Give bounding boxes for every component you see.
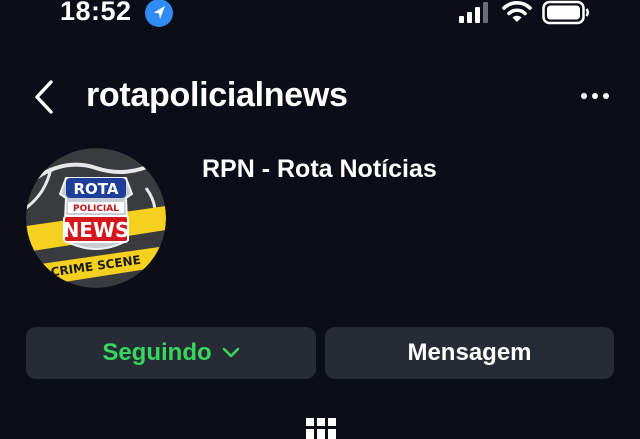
status-time: 18:52 [60, 0, 132, 26]
message-button[interactable]: Mensagem [325, 327, 614, 379]
logo-line3: NEWS [63, 218, 130, 242]
wifi-icon [502, 1, 532, 22]
following-label: Seguindo [102, 339, 212, 366]
back-chevron-icon[interactable] [30, 78, 60, 116]
chevron-down-icon [222, 347, 239, 358]
location-arrow-icon [145, 0, 173, 27]
rota-policial-news-logo: CRIME SCENE ROTA POLICIAL NEWS [26, 148, 166, 288]
logo-line2: POLICIAL [73, 204, 119, 214]
display-name: RPN - Rota Notícias [202, 155, 437, 183]
more-options-icon[interactable] [578, 86, 612, 106]
profile-username: rotapolicialnews [86, 76, 348, 114]
cellular-signal-icon [459, 2, 488, 23]
battery-icon [542, 0, 589, 25]
following-button[interactable]: Seguindo [26, 327, 316, 379]
logo-line1: ROTA [74, 180, 119, 198]
message-label: Mensagem [407, 339, 532, 366]
avatar[interactable]: CRIME SCENE ROTA POLICIAL NEWS [26, 148, 166, 288]
grid-icon[interactable] [305, 417, 337, 439]
